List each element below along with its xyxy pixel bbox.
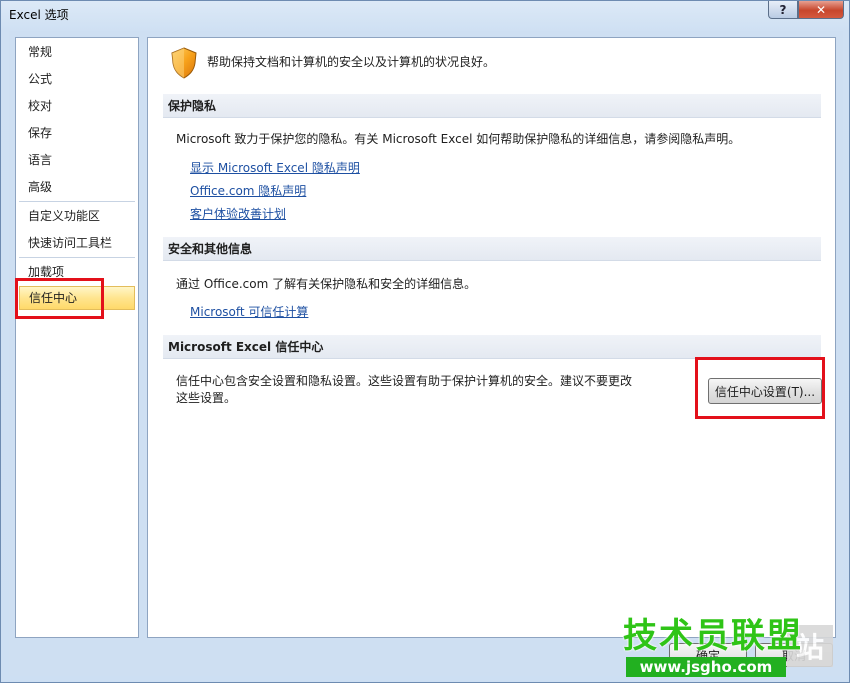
- security-description: 通过 Office.com 了解有关保护隐私和安全的详细信息。: [176, 277, 477, 291]
- watermark-url: www.jsgho.com: [626, 657, 786, 677]
- shield-icon: [171, 47, 197, 79]
- link-trustworthy-computing[interactable]: Microsoft 可信任计算: [190, 303, 308, 320]
- trust-center-description-line1: 信任中心包含安全设置和隐私设置。这些设置有助于保护计算机的安全。建议不要更改: [176, 374, 633, 388]
- link-office-privacy-statement[interactable]: Office.com 隐私声明: [190, 182, 306, 199]
- section-trust-center-header: Microsoft Excel 信任中心: [163, 335, 821, 359]
- sidebar-item-general[interactable]: 常规: [19, 41, 135, 63]
- sidebar-divider: [19, 257, 135, 258]
- sidebar-item-save[interactable]: 保存: [19, 122, 135, 144]
- section-privacy-header: 保护隐私: [163, 94, 821, 118]
- watermark-logo-text: 技术员联盟: [623, 616, 803, 656]
- sidebar-divider: [19, 201, 135, 202]
- sidebar-item-formulas[interactable]: 公式: [19, 68, 135, 90]
- sidebar: 常规 公式 校对 保存 语言 高级 自定义功能区 快速访问工具栏 加载项 信任中…: [15, 37, 139, 638]
- sidebar-item-quick-access-toolbar[interactable]: 快速访问工具栏: [19, 232, 135, 254]
- dialog-client: 常规 公式 校对 保存 语言 高级 自定义功能区 快速访问工具栏 加载项 信任中…: [9, 31, 843, 676]
- title-bar[interactable]: Excel 选项 ? ✕: [1, 1, 850, 31]
- highlight-trust-center-nav: [15, 278, 104, 319]
- sidebar-item-customize-ribbon[interactable]: 自定义功能区: [19, 205, 135, 227]
- link-ceip[interactable]: 客户体验改善计划: [190, 205, 286, 222]
- help-button[interactable]: ?: [768, 1, 798, 19]
- sidebar-item-proofing[interactable]: 校对: [19, 95, 135, 117]
- link-excel-privacy-statement[interactable]: 显示 Microsoft Excel 隐私声明: [190, 159, 360, 176]
- privacy-description: Microsoft 致力于保护您的隐私。有关 Microsoft Excel 如…: [176, 132, 741, 146]
- section-security-header: 安全和其他信息: [163, 237, 821, 261]
- close-button[interactable]: ✕: [798, 1, 844, 19]
- trust-center-description-line2: 这些设置。: [176, 391, 237, 405]
- window-title: Excel 选项: [9, 8, 69, 22]
- excel-options-window: Excel 选项 ? ✕ 常规 公式 校对 保存 语言 高级 自定义功能区 快速…: [0, 0, 850, 683]
- sidebar-item-language[interactable]: 语言: [19, 149, 135, 171]
- highlight-trust-center-settings: [695, 357, 825, 419]
- sidebar-item-advanced[interactable]: 高级: [19, 176, 135, 198]
- main-panel: 帮助保持文档和计算机的安全以及计算机的状况良好。 保护隐私 Microsoft …: [147, 37, 836, 638]
- trust-header-text: 帮助保持文档和计算机的安全以及计算机的状况良好。: [207, 55, 496, 69]
